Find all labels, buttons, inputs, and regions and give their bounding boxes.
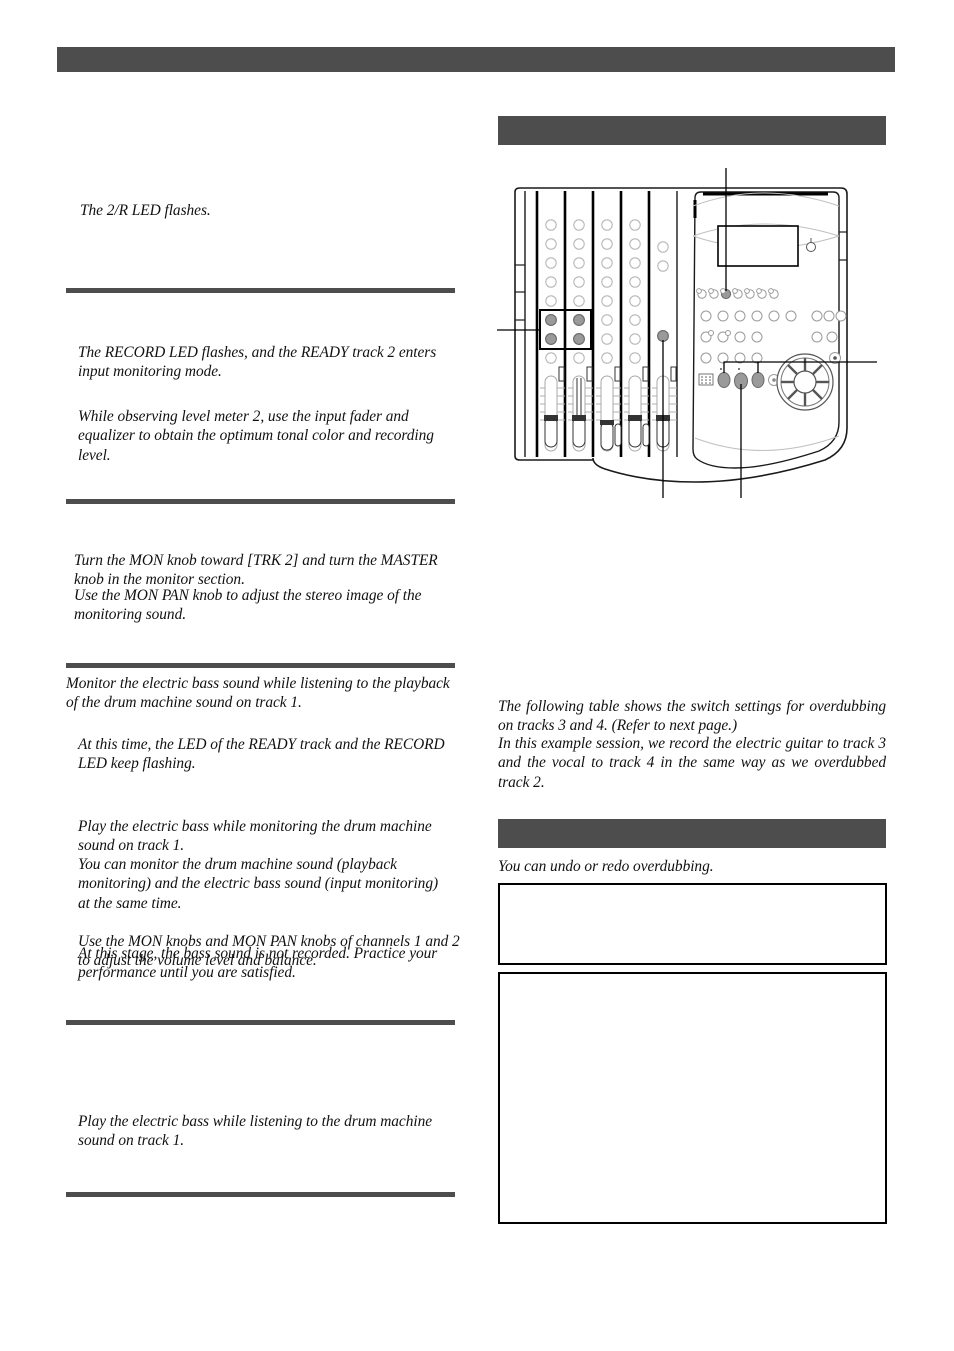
paragraph-record-led: The RECORD LED flashes, and the READY tr… xyxy=(78,344,437,381)
paragraph-not-recorded: At this stage, the bass sound is not rec… xyxy=(78,945,438,982)
paragraph-leds-flashing: At this time, the LED of the READY track… xyxy=(78,736,445,773)
paragraph-play-bass-listen: Play the electric bass while listening t… xyxy=(78,1113,433,1150)
section-divider-4 xyxy=(66,1020,455,1025)
content-box-lower xyxy=(498,972,887,1224)
section-divider-5 xyxy=(66,1192,455,1197)
paragraph-undo-redo: You can undo or redo overdubbing. xyxy=(498,858,714,875)
page-header-bar xyxy=(57,47,895,72)
paragraph-monitor-bass: Monitor the electric bass sound while li… xyxy=(66,675,450,712)
section-header-bar-undo-redo xyxy=(498,819,886,848)
paragraph-mon-pan: Use the MON PAN knob to adjust the stere… xyxy=(74,587,422,624)
paragraph-mon-knob: Turn the MON knob toward [TRK 2] and tur… xyxy=(74,552,438,589)
paragraph-example-session: In this example session, we record the e… xyxy=(498,735,886,791)
paragraph-level-meter: While observing level meter 2, use the i… xyxy=(78,408,434,464)
manual-page: The 2/R LED flashes. The RECORD LED flas… xyxy=(0,0,954,1351)
content-box-upper xyxy=(498,883,887,965)
paragraph-monitor-both: You can monitor the drum machine sound (… xyxy=(78,856,439,912)
paragraph-following-table: The following table shows the switch set… xyxy=(498,698,886,735)
section-divider-2 xyxy=(66,499,455,504)
section-divider-3 xyxy=(66,663,455,668)
paragraph-play-bass-monitor: Play the electric bass while monitoring … xyxy=(78,818,432,855)
section-header-bar-overdub xyxy=(498,116,886,145)
figure-multitrack-recorder xyxy=(495,160,895,505)
paragraph-2r-led: The 2/R LED flashes. xyxy=(80,202,211,219)
section-divider-1 xyxy=(66,288,455,293)
